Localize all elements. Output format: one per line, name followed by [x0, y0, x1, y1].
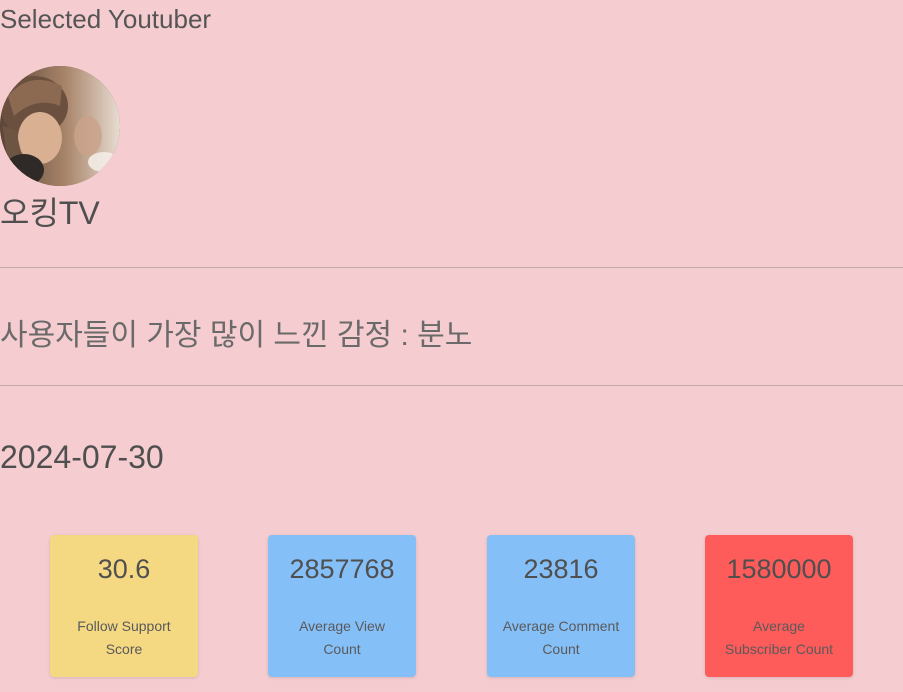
avatar-image: [0, 66, 120, 186]
stat-label: Follow Support Score: [77, 618, 171, 657]
stat-card-average-comment: 23816 Average Comment Count: [487, 535, 635, 677]
stat-value: 30.6: [97, 554, 151, 584]
emotion-summary: 사용자들이 가장 많이 느낀 감정 : 분노: [0, 319, 473, 352]
stat-label: Average Comment Count: [502, 618, 620, 657]
channel-avatar: [0, 66, 120, 186]
channel-name: 오킹TV: [0, 195, 100, 231]
stat-value: 1580000: [726, 554, 832, 584]
stat-label: Average View Count: [299, 618, 385, 657]
section-title: Selected Youtuber: [0, 4, 212, 34]
stat-value: 23816: [523, 554, 599, 584]
divider: [0, 385, 903, 386]
date-label: 2024-07-30: [0, 439, 164, 475]
stat-card-average-subscriber: 1580000 Average Subscriber Count: [705, 535, 853, 677]
divider: [0, 267, 903, 268]
stat-label: Average Subscriber Count: [724, 618, 834, 657]
stat-value: 2857768: [289, 554, 395, 584]
stat-card-average-view: 2857768 Average View Count: [268, 535, 416, 677]
youtuber-panel: Selected Youtuber 오킹TV 사용자들이 가장 많이 느낀 감정…: [0, 0, 903, 692]
stat-card-follow-support: 30.6 Follow Support Score: [50, 535, 198, 677]
